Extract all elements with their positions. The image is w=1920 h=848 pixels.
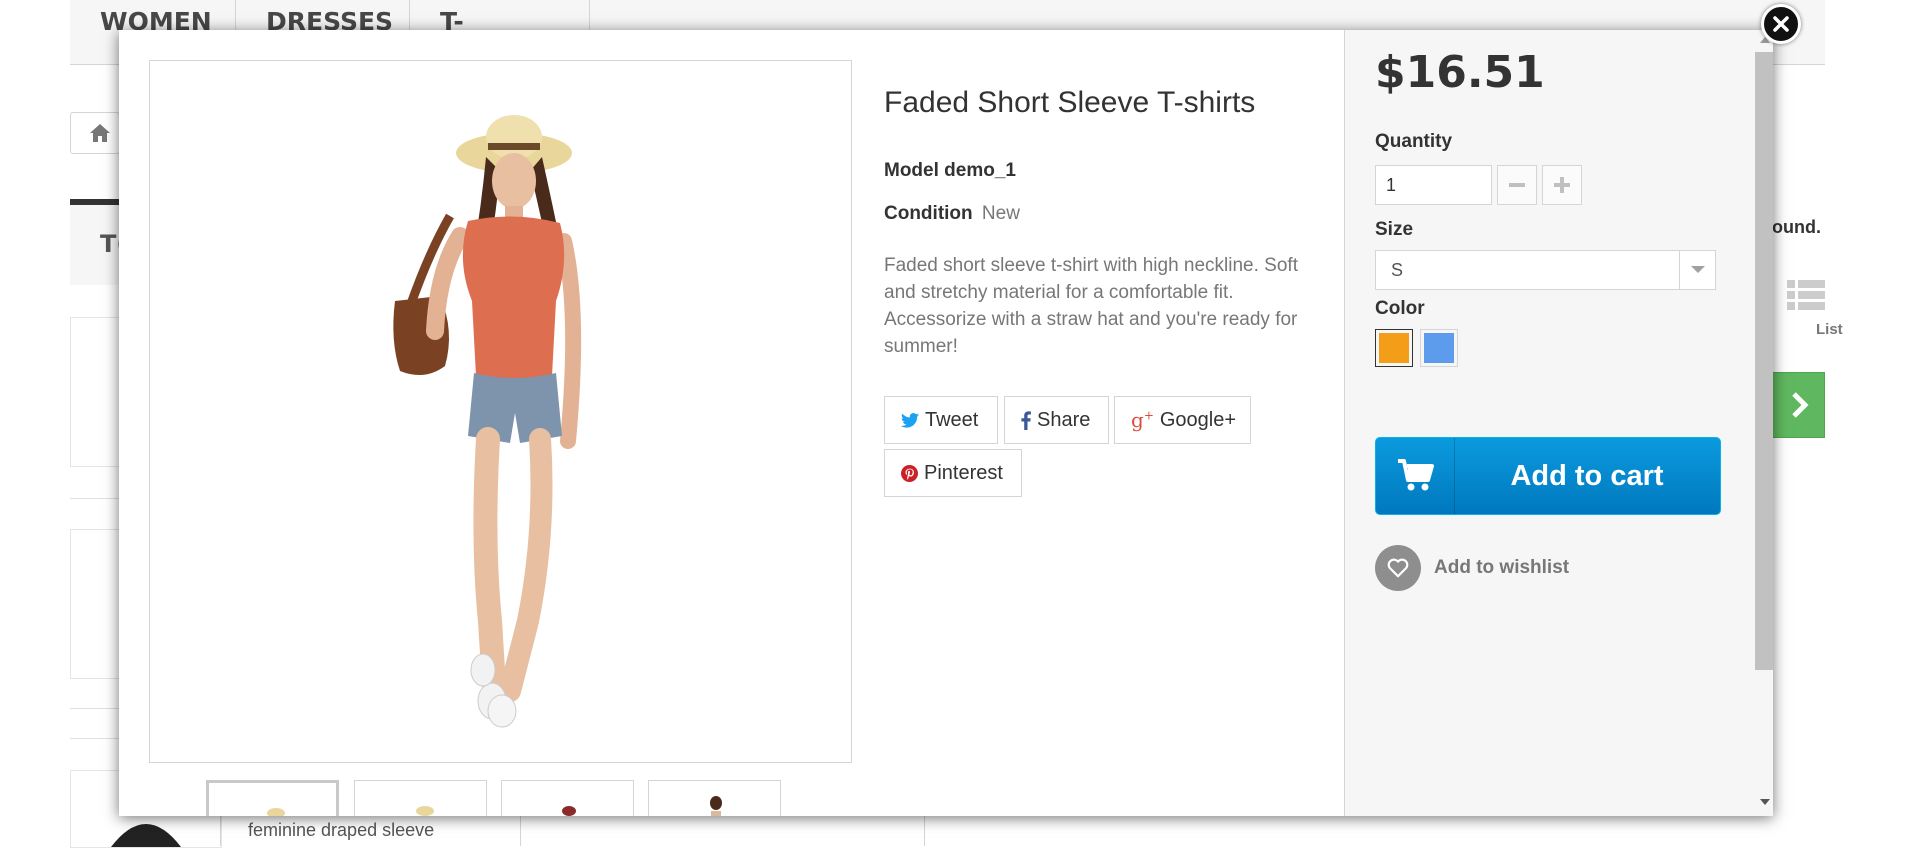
minus-icon bbox=[1509, 183, 1525, 187]
size-selected-value: S bbox=[1391, 260, 1404, 280]
divider bbox=[70, 498, 120, 499]
quantity-increase-button[interactable] bbox=[1542, 165, 1582, 205]
thumbnail[interactable] bbox=[501, 780, 634, 816]
color-swatch-orange[interactable] bbox=[1375, 329, 1413, 367]
google-plus-label: Google+ bbox=[1159, 408, 1237, 431]
wishlist-button[interactable] bbox=[1375, 545, 1421, 591]
close-icon bbox=[1773, 16, 1789, 32]
quick-view-modal: Faded Short Sleeve T-shirts Model demo_1… bbox=[119, 30, 1773, 816]
scroll-down-arrow[interactable] bbox=[1759, 798, 1771, 806]
product-model: Model demo_1 bbox=[884, 160, 1016, 181]
color-swatch-blue[interactable] bbox=[1420, 329, 1458, 367]
facebook-icon bbox=[1021, 410, 1031, 430]
size-select[interactable]: S bbox=[1375, 250, 1716, 290]
list-icon bbox=[1787, 280, 1825, 310]
close-modal-button[interactable] bbox=[1761, 4, 1801, 44]
view-list-toggle[interactable]: List bbox=[1786, 280, 1843, 338]
divider bbox=[70, 708, 120, 709]
google-plus-icon: g+ bbox=[1131, 408, 1154, 432]
product-price: $16.51 bbox=[1375, 47, 1545, 98]
pinterest-button[interactable]: Pinterest bbox=[884, 449, 1022, 497]
divider bbox=[70, 738, 120, 739]
bg-product-card[interactable] bbox=[70, 317, 121, 467]
add-to-cart-button[interactable]: Add to cart bbox=[1375, 437, 1721, 515]
thumbnail[interactable] bbox=[648, 780, 781, 816]
size-label: Size bbox=[1375, 219, 1414, 240]
breadcrumb-home-button[interactable] bbox=[70, 112, 120, 154]
add-to-cart-label: Add to cart bbox=[1510, 460, 1664, 492]
condition-label: Condition bbox=[884, 203, 973, 224]
bg-product-name[interactable]: feminine draped sleeve bbox=[248, 820, 434, 841]
pinterest-icon bbox=[901, 464, 918, 482]
pinterest-label: Pinterest bbox=[924, 461, 1003, 484]
results-count: ound. bbox=[1772, 217, 1821, 237]
facebook-share-label: Share bbox=[1037, 408, 1091, 431]
heart-icon bbox=[1387, 558, 1409, 578]
view-list-label: List bbox=[1816, 321, 1843, 338]
scrollbar-thumb[interactable] bbox=[1755, 52, 1773, 670]
product-description: Faded short sleeve t-shirt with high nec… bbox=[884, 255, 1298, 357]
bg-product-card[interactable] bbox=[70, 529, 121, 679]
buy-box: $16.51 Quantity Size S Color bbox=[1344, 30, 1773, 816]
google-plus-button[interactable]: g+ Google+ bbox=[1114, 396, 1251, 444]
quantity-input[interactable] bbox=[1375, 165, 1492, 205]
chevron-down-icon bbox=[1679, 251, 1715, 289]
color-label: Color bbox=[1375, 298, 1425, 319]
twitter-icon bbox=[901, 412, 919, 428]
condition-value: New bbox=[981, 203, 1020, 224]
quantity-decrease-button[interactable] bbox=[1497, 165, 1537, 205]
product-photo bbox=[393, 115, 582, 728]
quantity-label: Quantity bbox=[1375, 131, 1453, 152]
cart-icon bbox=[1398, 459, 1434, 491]
next-arrow-button[interactable] bbox=[1770, 372, 1825, 438]
tweet-button[interactable]: Tweet bbox=[884, 396, 998, 444]
thumbnail[interactable] bbox=[206, 780, 339, 816]
home-icon bbox=[90, 124, 110, 142]
thumbnail[interactable] bbox=[354, 780, 487, 816]
plus-icon bbox=[1554, 177, 1570, 193]
add-to-wishlist-link[interactable]: Add to wishlist bbox=[1434, 557, 1569, 579]
tweet-label: Tweet bbox=[925, 408, 979, 431]
chevron-right-icon bbox=[1792, 392, 1809, 418]
product-condition: Condition New bbox=[884, 203, 1020, 225]
product-title: Faded Short Sleeve T-shirts bbox=[884, 86, 1256, 119]
facebook-share-button[interactable]: Share bbox=[1004, 396, 1109, 444]
product-main-image[interactable] bbox=[149, 60, 852, 763]
